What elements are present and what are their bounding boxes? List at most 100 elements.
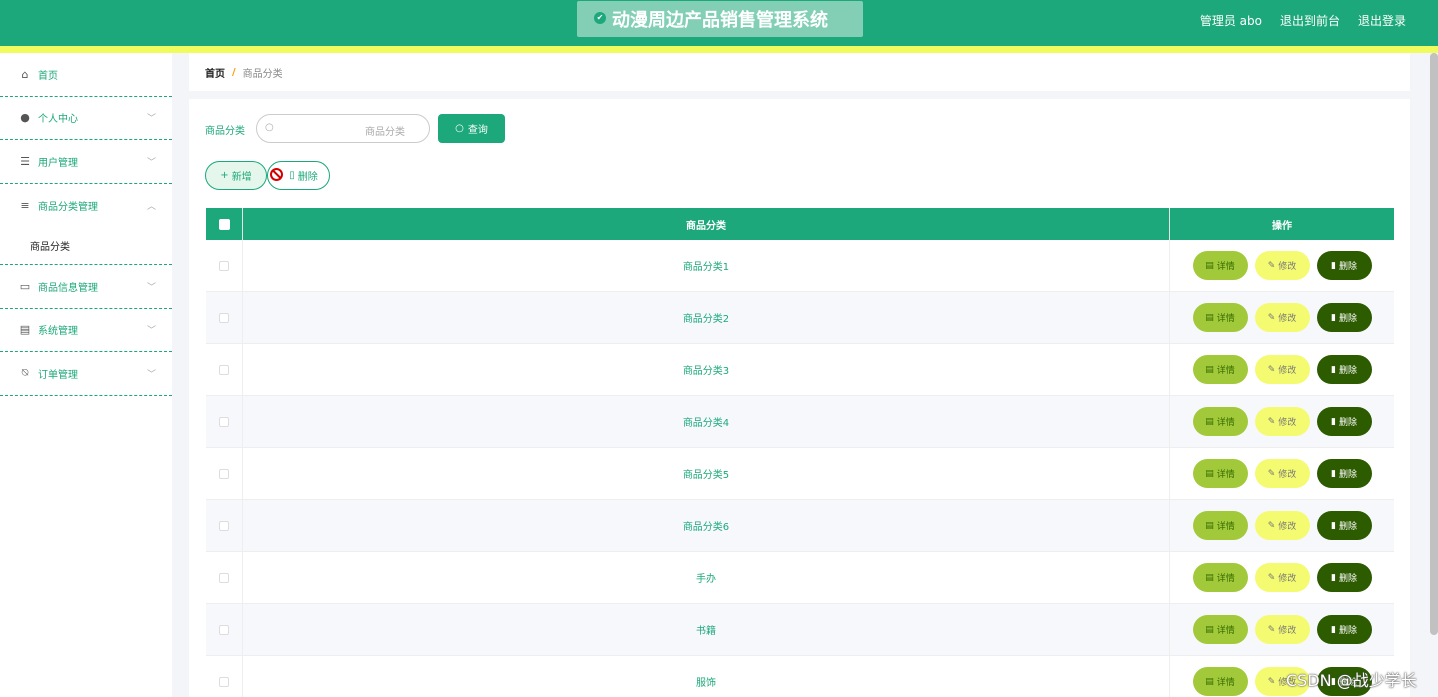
bell-off-icon: ⍉ bbox=[21, 366, 29, 380]
row-actions: ▤ 详情 ✎ 修改 ▮ 删除 bbox=[1170, 240, 1394, 291]
not-allowed-icon bbox=[270, 168, 283, 181]
row-actions: ▤ 详情 ✎ 修改 ▮ 删除 bbox=[1170, 344, 1394, 395]
delete-button[interactable]: ▮ 删除 bbox=[1316, 251, 1372, 280]
search-input[interactable]: ○ 商品分类 bbox=[256, 114, 430, 143]
delete-button[interactable]: ▮ 删除 bbox=[1316, 615, 1372, 644]
sidebar-subitem-category[interactable]: 商品分类 bbox=[0, 227, 172, 265]
sidebar-item-product-management[interactable]: ▭ 商品信息管理 ﹀ bbox=[0, 265, 172, 309]
edit-button[interactable]: ✎ 修改 bbox=[1254, 355, 1310, 384]
edit-button[interactable]: ✎ 修改 bbox=[1254, 459, 1310, 488]
edit-button[interactable]: ✎ 修改 bbox=[1254, 303, 1310, 332]
sidebar-item-home[interactable]: ⌂ 首页 bbox=[0, 53, 172, 97]
detail-button[interactable]: ▤ 详情 bbox=[1192, 355, 1248, 384]
category-name: 商品分类6 bbox=[243, 500, 1170, 551]
detail-button[interactable]: ▤ 详情 bbox=[1192, 459, 1248, 488]
row-checkbox[interactable] bbox=[219, 624, 229, 635]
sidebar-item-label: 系统管理 bbox=[38, 326, 78, 338]
delete-button[interactable]: ▮ 删除 bbox=[1316, 303, 1372, 332]
sidebar-item-label: 个人中心 bbox=[38, 114, 78, 126]
edit-button[interactable]: ✎ 修改 bbox=[1254, 511, 1310, 540]
category-name: 商品分类5 bbox=[243, 448, 1170, 499]
row-checkbox[interactable] bbox=[219, 468, 229, 479]
edit-button[interactable]: ✎ 修改 bbox=[1254, 407, 1310, 436]
chevron-down-icon: ﹀ bbox=[146, 326, 156, 337]
edit-button[interactable]: ✎ 修改 bbox=[1254, 251, 1310, 280]
delete-button[interactable]: ▮ 删除 bbox=[1316, 563, 1372, 592]
row-checkbox-cell bbox=[206, 240, 243, 291]
edit-button-label: 修改 bbox=[1278, 574, 1297, 584]
table-row: 书籍 ▤ 详情 ✎ 修改 ▮ 删除 bbox=[206, 604, 1394, 656]
detail-button[interactable]: ▤ 详情 bbox=[1192, 251, 1248, 280]
search-label: 商品分类 bbox=[205, 126, 245, 137]
breadcrumb-home[interactable]: 首页 bbox=[205, 65, 225, 80]
current-user: 管理员 abo bbox=[1199, 13, 1262, 28]
page-scrollbar[interactable] bbox=[1430, 53, 1438, 635]
column-header-actions: 操作 bbox=[1272, 220, 1292, 232]
delete-button[interactable]: ▮ 删除 bbox=[1316, 407, 1372, 436]
logout-link[interactable]: 退出登录 bbox=[1358, 12, 1406, 29]
trash-icon: ▮ bbox=[1331, 312, 1336, 323]
category-name: 服饰 bbox=[243, 656, 1170, 697]
user-icon: ● bbox=[20, 111, 30, 125]
chevron-down-icon: ﹀ bbox=[146, 114, 156, 125]
detail-button[interactable]: ▤ 详情 bbox=[1192, 615, 1248, 644]
sidebar-item-user-management[interactable]: ☰ 用户管理 ﹀ bbox=[0, 140, 172, 184]
plus-icon: + bbox=[220, 170, 229, 181]
row-checkbox[interactable] bbox=[219, 520, 229, 531]
row-actions: ▤ 详情 ✎ 修改 ▮ 删除 bbox=[1170, 500, 1394, 551]
table-row: 商品分类5 ▤ 详情 ✎ 修改 ▮ 删除 bbox=[206, 448, 1394, 500]
select-all-checkbox[interactable] bbox=[218, 218, 230, 230]
query-button[interactable]: ○ 查询 bbox=[438, 114, 505, 143]
watermark: CSDN @战少学长 bbox=[1286, 671, 1417, 690]
detail-button[interactable]: ▤ 详情 bbox=[1192, 511, 1248, 540]
document-icon: ▤ bbox=[1205, 520, 1214, 531]
row-checkbox[interactable] bbox=[219, 572, 229, 583]
document-icon: ▤ bbox=[1205, 260, 1214, 271]
detail-button-label: 详情 bbox=[1216, 314, 1235, 324]
row-checkbox[interactable] bbox=[219, 260, 229, 271]
row-checkbox[interactable] bbox=[219, 676, 229, 687]
edit-button-label: 修改 bbox=[1278, 418, 1297, 428]
check-circle-icon: ✔ bbox=[594, 12, 606, 24]
detail-button[interactable]: ▤ 详情 bbox=[1192, 303, 1248, 332]
delete-button[interactable]: ▮ 删除 bbox=[1316, 459, 1372, 488]
category-name: 书籍 bbox=[243, 604, 1170, 655]
detail-button[interactable]: ▤ 详情 bbox=[1192, 563, 1248, 592]
delete-button-label: 删除 bbox=[1338, 574, 1357, 584]
row-actions: ▤ 详情 ✎ 修改 ▮ 删除 bbox=[1170, 292, 1394, 343]
home-icon: ⌂ bbox=[21, 67, 29, 81]
pencil-icon: ✎ bbox=[1267, 260, 1276, 271]
add-button[interactable]: + 新增 bbox=[205, 161, 267, 190]
sidebar-item-label: 用户管理 bbox=[38, 157, 78, 169]
row-checkbox[interactable] bbox=[219, 364, 229, 375]
sidebar-item-personal-center[interactable]: ● 个人中心 ﹀ bbox=[0, 97, 172, 140]
delete-button[interactable]: ▮ 删除 bbox=[1316, 511, 1372, 540]
row-actions: ▤ 详情 ✎ 修改 ▮ 删除 bbox=[1170, 396, 1394, 447]
trash-icon: ▮ bbox=[1331, 416, 1336, 427]
detail-button[interactable]: ▤ 详情 bbox=[1192, 407, 1248, 436]
pencil-icon: ✎ bbox=[1267, 624, 1276, 635]
sidebar-item-category-management[interactable]: ≡ 商品分类管理 ︿ bbox=[0, 184, 172, 228]
detail-button[interactable]: ▤ 详情 bbox=[1192, 667, 1248, 696]
row-checkbox[interactable] bbox=[219, 312, 229, 323]
document-icon: ▤ bbox=[1205, 468, 1214, 479]
to-front-link[interactable]: 退出到前台 bbox=[1280, 12, 1340, 29]
pencil-icon: ✎ bbox=[1267, 520, 1276, 531]
search-placeholder: 商品分类 bbox=[365, 127, 405, 138]
sidebar-item-order-management[interactable]: ⍉ 订单管理 ﹀ bbox=[0, 352, 172, 396]
edit-button[interactable]: ✎ 修改 bbox=[1254, 563, 1310, 592]
trash-icon: ▮ bbox=[1331, 520, 1336, 531]
row-checkbox[interactable] bbox=[219, 416, 229, 427]
clipboard-icon: ▤ bbox=[19, 323, 31, 337]
delete-button[interactable]: ▮ 删除 bbox=[1316, 355, 1372, 384]
edit-button[interactable]: ✎ 修改 bbox=[1254, 615, 1310, 644]
category-name: 商品分类1 bbox=[243, 240, 1170, 291]
header-actions: 管理员 abo 退出到前台 退出登录 bbox=[1200, 0, 1406, 40]
app-title: 动漫周边产品销售管理系统 bbox=[612, 10, 828, 31]
batch-delete-button[interactable]: ▯ 删除 bbox=[267, 161, 330, 190]
select-all-checkbox-cell bbox=[206, 208, 243, 240]
chevron-down-icon: ﹀ bbox=[146, 369, 156, 380]
chevron-down-icon: ﹀ bbox=[146, 282, 156, 293]
top-header: ✔ 动漫周边产品销售管理系统 管理员 abo 退出到前台 退出登录 bbox=[0, 0, 1438, 46]
sidebar-item-system-management[interactable]: ▤ 系统管理 ﹀ bbox=[0, 309, 172, 352]
